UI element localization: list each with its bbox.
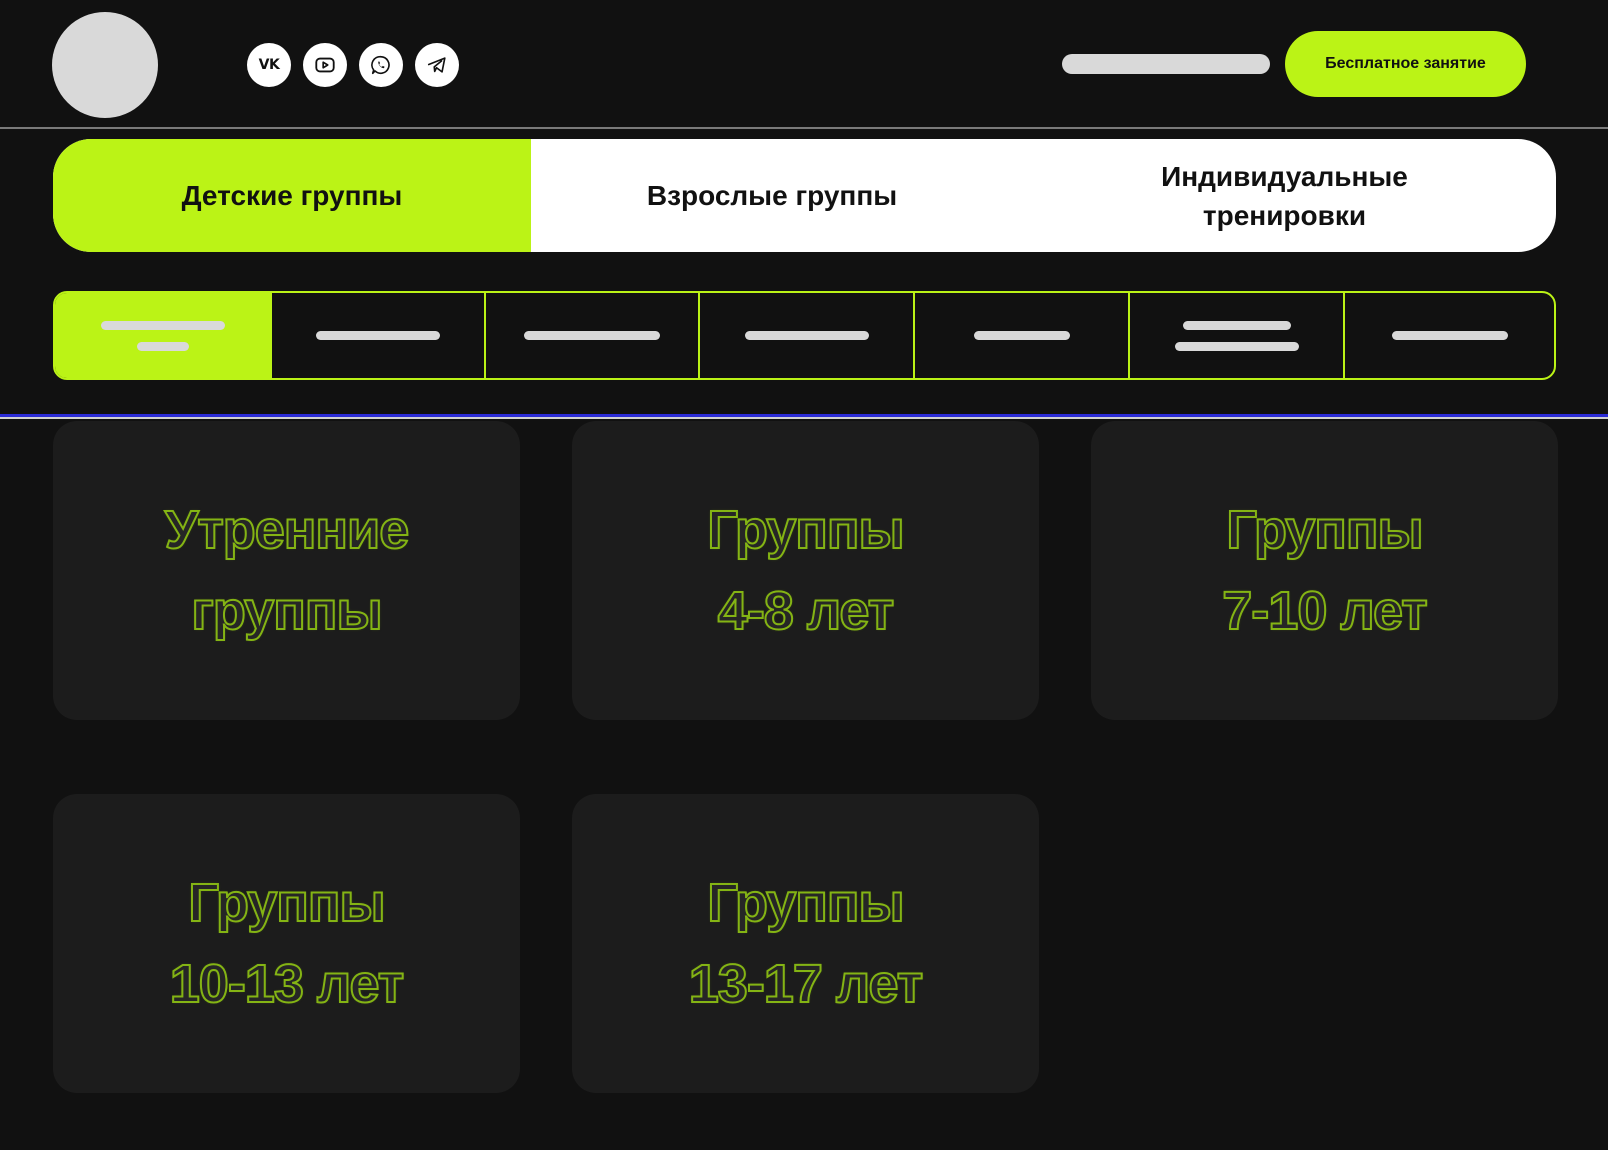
- youtube-icon[interactable]: [303, 43, 347, 87]
- subtab-5[interactable]: [915, 293, 1130, 378]
- card-title-line: Группы: [706, 499, 905, 561]
- tab-kids-groups[interactable]: Детские группы: [53, 139, 531, 252]
- subtab-3[interactable]: [486, 293, 700, 378]
- phone-placeholder: [1062, 54, 1270, 74]
- telegram-icon[interactable]: [415, 43, 459, 87]
- group-tabs: Детские группы Взрослые группы Индивидуа…: [53, 139, 1556, 252]
- subtab-placeholder-line: [1174, 341, 1299, 351]
- group-card-10-13[interactable]: Группы 10-13 лет: [53, 794, 520, 1093]
- vk-icon-label: VK: [258, 57, 280, 73]
- subtab-placeholder-line: [316, 331, 440, 340]
- schedule-subtabs: [53, 291, 1556, 380]
- telegram-icon-graphic: [427, 57, 446, 73]
- subtab-placeholder-line: [1391, 331, 1508, 340]
- tab-adult-groups[interactable]: Взрослые группы: [531, 139, 1013, 252]
- subtab-placeholder-line: [973, 331, 1070, 340]
- card-title-line: Группы: [706, 872, 905, 934]
- tab-individual-training[interactable]: Индивидуальные тренировки: [1013, 139, 1556, 252]
- group-card-morning[interactable]: Утренние группы: [53, 421, 520, 720]
- subtab-placeholder-line: [524, 331, 660, 340]
- whatsapp-icon-graphic: [371, 55, 390, 75]
- subtab-7[interactable]: [1345, 293, 1554, 378]
- site-header: VK Бесплатное занятие: [0, 0, 1608, 128]
- card-title-line: Группы: [1225, 499, 1424, 561]
- whatsapp-icon[interactable]: [359, 43, 403, 87]
- section-divider-light: [0, 417, 1608, 419]
- group-card-7-10[interactable]: Группы 7-10 лет: [1091, 421, 1558, 720]
- vk-icon[interactable]: VK: [247, 43, 291, 87]
- header-divider: [0, 127, 1608, 129]
- subtab-2[interactable]: [272, 293, 486, 378]
- youtube-icon-graphic: [315, 57, 335, 73]
- subtab-placeholder-line: [136, 341, 189, 351]
- subtab-1[interactable]: [55, 293, 272, 378]
- page: VK Бесплатное занятие Детские группы Взр…: [0, 0, 1608, 1150]
- subtab-6[interactable]: [1130, 293, 1345, 378]
- free-lesson-button[interactable]: Бесплатное занятие: [1285, 31, 1526, 97]
- card-title-line: 4-8 лет: [717, 580, 895, 642]
- group-card-13-17[interactable]: Группы 13-17 лет: [572, 794, 1039, 1093]
- card-title-line: 13-17 лет: [688, 953, 924, 1015]
- card-title-line: группы: [190, 580, 383, 642]
- subtab-placeholder-line: [1182, 320, 1291, 330]
- subtab-placeholder-line: [100, 320, 225, 330]
- card-title-line: Утренние: [164, 499, 411, 561]
- card-title-line: Группы: [187, 872, 386, 934]
- logo-placeholder[interactable]: [52, 12, 158, 118]
- group-card-4-8[interactable]: Группы 4-8 лет: [572, 421, 1039, 720]
- social-links: VK: [247, 43, 459, 87]
- subtab-placeholder-line: [744, 331, 869, 340]
- card-title-line: 7-10 лет: [1221, 580, 1428, 642]
- subtab-4[interactable]: [700, 293, 915, 378]
- card-title-line: 10-13 лет: [169, 953, 405, 1015]
